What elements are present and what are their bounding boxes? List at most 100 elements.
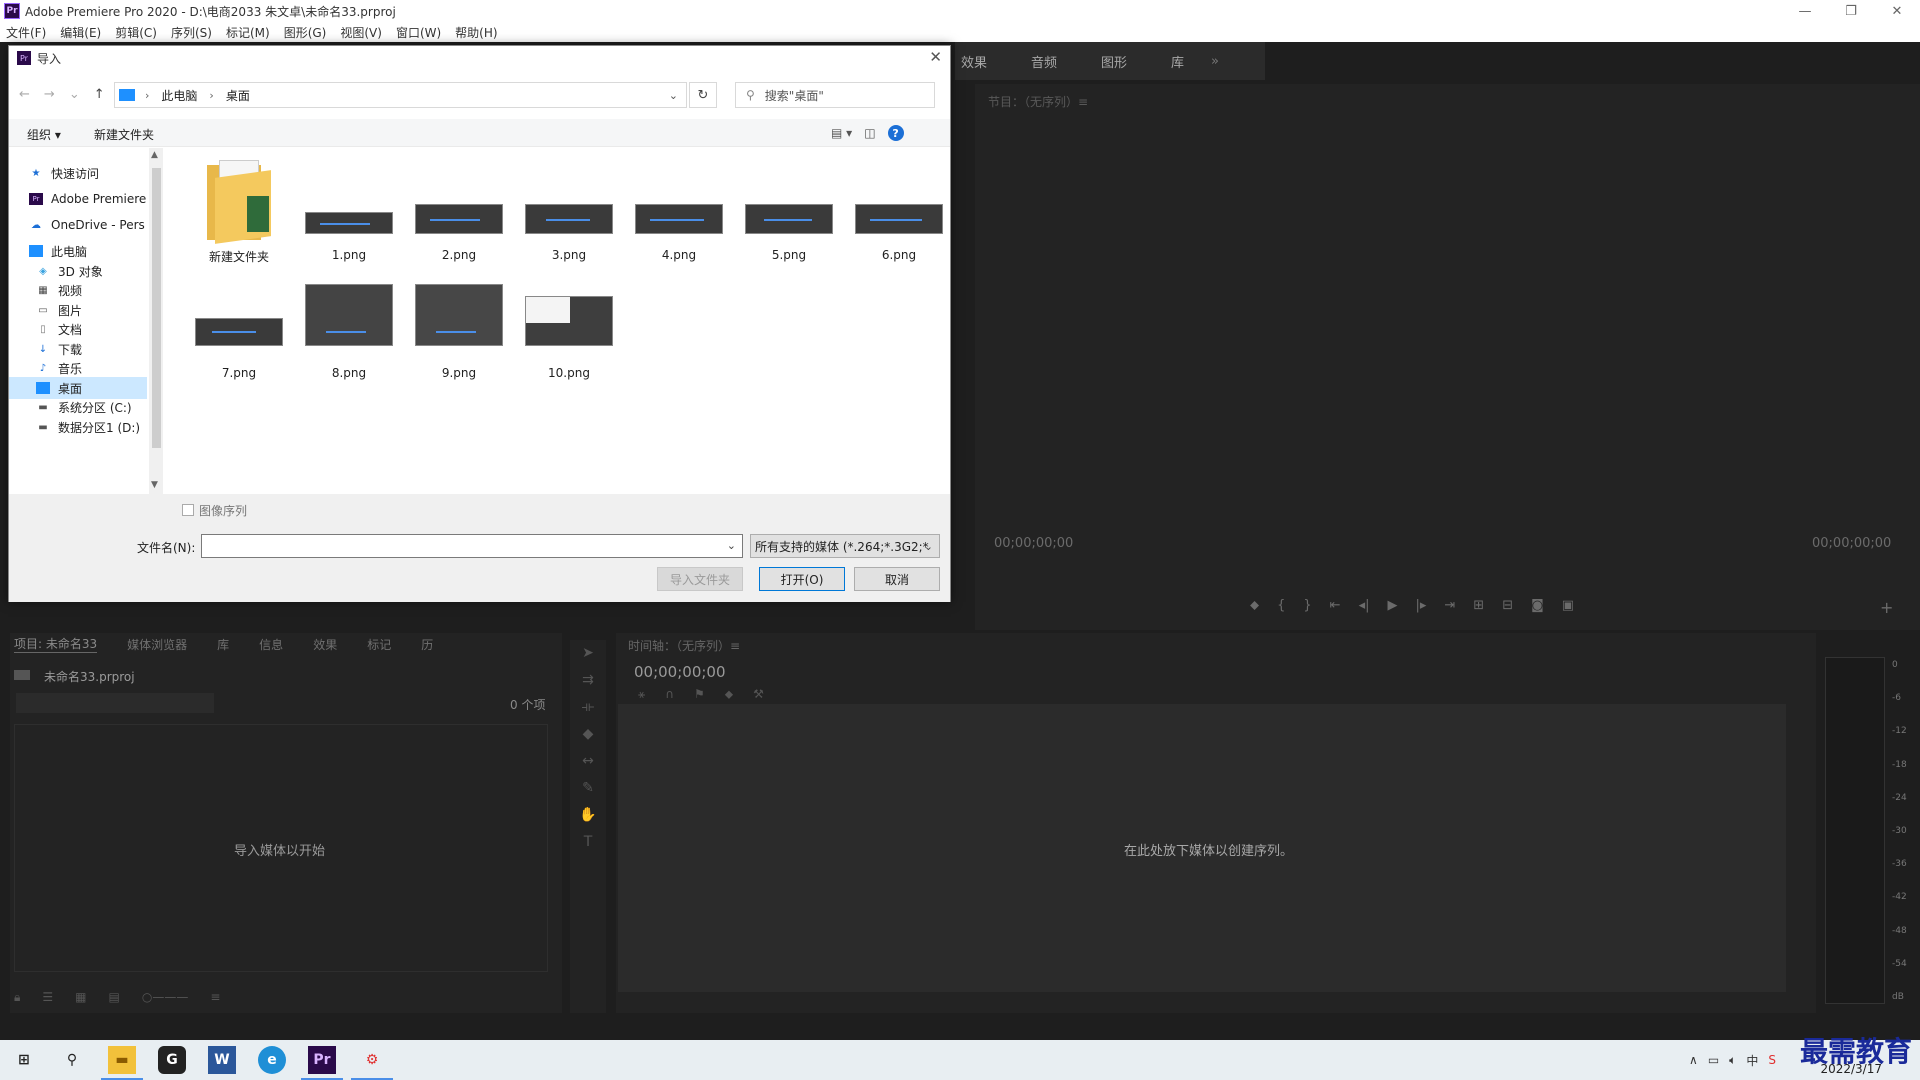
menu-sequence[interactable]: 序列(S) bbox=[171, 24, 212, 41]
organize-button[interactable]: 组织 ▾ bbox=[27, 126, 61, 143]
ime-icon[interactable]: 中 bbox=[1746, 1052, 1758, 1069]
chevron-right-icon[interactable]: › bbox=[145, 89, 149, 102]
restore-icon[interactable]: ❐ bbox=[1828, 0, 1874, 22]
premiere-icon[interactable]: Pr bbox=[301, 1046, 343, 1080]
close-icon[interactable]: ✕ bbox=[929, 48, 942, 66]
file-item-8png[interactable]: 8.png bbox=[299, 278, 399, 388]
lift-icon[interactable]: ⊞ bbox=[1473, 598, 1484, 613]
marker-icon[interactable]: ⬥ bbox=[1250, 598, 1259, 613]
zoom-slider[interactable]: ○——— bbox=[142, 990, 188, 1010]
nav-item-onedrive[interactable]: ☁ OneDrive - Pers bbox=[9, 214, 147, 236]
menu-graphics[interactable]: 图形(G) bbox=[284, 24, 327, 41]
list-view-icon[interactable]: ☰ bbox=[42, 990, 53, 1010]
menu-clip[interactable]: 剪辑(C) bbox=[115, 24, 157, 41]
up-arrow-icon[interactable]: ↑ bbox=[94, 87, 105, 102]
step-back-icon[interactable]: ◂| bbox=[1359, 598, 1370, 613]
nav-item-videos[interactable]: ▦ 视频 bbox=[9, 279, 147, 301]
search-icon[interactable]: ⚲ bbox=[58, 1046, 86, 1074]
word-icon[interactable]: W bbox=[208, 1046, 236, 1074]
new-folder-button[interactable]: 新建文件夹 bbox=[94, 126, 154, 143]
nav-item-drive-d[interactable]: ▬ 数据分区1 (D:) bbox=[9, 416, 147, 438]
nav-item-adobe-premiere[interactable]: Pr Adobe Premiere bbox=[9, 188, 147, 210]
preview-pane-icon[interactable]: ◫ bbox=[864, 126, 875, 140]
timeline-timecode[interactable]: 00;00;00;00 bbox=[634, 663, 726, 681]
linked-selection-icon[interactable]: ⚑ bbox=[694, 687, 705, 702]
file-item-3png[interactable]: 3.png bbox=[519, 160, 619, 270]
add-button-icon[interactable]: + bbox=[1880, 598, 1893, 617]
track-select-tool-icon[interactable]: ⇉ bbox=[570, 667, 606, 694]
edge-icon[interactable]: e bbox=[258, 1046, 286, 1074]
tab-libraries[interactable]: 库 bbox=[1171, 52, 1184, 71]
chevron-down-icon[interactable]: ⌄ bbox=[727, 539, 736, 552]
tray-date[interactable]: 2022/3/17 bbox=[1820, 1062, 1882, 1076]
scrollbar-thumb[interactable] bbox=[152, 168, 161, 448]
chevron-up-icon[interactable]: ▲ bbox=[151, 150, 158, 160]
razor-tool-icon[interactable]: ◆ bbox=[570, 721, 606, 748]
nav-item-documents[interactable]: ▯ 文档 bbox=[9, 318, 147, 340]
nav-item-quick-access[interactable]: ★ 快速访问 bbox=[9, 162, 147, 184]
tab-markers[interactable]: 标记 bbox=[367, 636, 391, 653]
breadcrumb-desktop[interactable]: 桌面 bbox=[226, 87, 250, 104]
ripple-edit-tool-icon[interactable]: ⟛ bbox=[570, 694, 606, 721]
hand-tool-icon[interactable]: ✋ bbox=[570, 802, 606, 829]
project-search-input[interactable] bbox=[16, 693, 214, 713]
camera-icon[interactable]: ◙ bbox=[1531, 598, 1544, 613]
tab-effects-bottom[interactable]: 效果 bbox=[313, 636, 337, 653]
image-sequence-checkbox[interactable] bbox=[182, 504, 194, 516]
type-tool-icon[interactable]: T bbox=[570, 829, 606, 856]
program-timecode-current[interactable]: 00;00;00;00 bbox=[994, 536, 1073, 551]
menu-markers[interactable]: 标记(M) bbox=[226, 24, 270, 41]
breadcrumb-this-pc[interactable]: 此电脑 bbox=[161, 87, 197, 104]
filetype-select[interactable]: 所有支持的媒体 (*.264;*.3G2;* ⌄ bbox=[750, 534, 940, 558]
lock-icon[interactable]: 🔒︎ bbox=[14, 990, 20, 1010]
search-input[interactable]: ⚲ 搜索"桌面" bbox=[735, 82, 935, 108]
recent-dropdown-icon[interactable]: ⌄ bbox=[69, 87, 80, 102]
file-item-5png[interactable]: 5.png bbox=[739, 160, 839, 270]
file-item-4png[interactable]: 4.png bbox=[629, 160, 729, 270]
back-arrow-icon[interactable]: ← bbox=[19, 87, 30, 102]
go-to-in-icon[interactable]: ⇤ bbox=[1330, 598, 1341, 613]
volume-icon[interactable]: 🔈︎ bbox=[1729, 1053, 1736, 1068]
tab-graphics[interactable]: 图形 bbox=[1101, 52, 1127, 71]
chevron-right-icon[interactable]: › bbox=[209, 89, 213, 102]
chevron-down-icon[interactable]: ▼ bbox=[151, 480, 158, 490]
compare-icon[interactable]: ▣ bbox=[1562, 598, 1574, 613]
add-marker-icon[interactable]: ⬥ bbox=[725, 687, 733, 702]
nav-item-this-pc[interactable]: 此电脑 bbox=[9, 240, 147, 262]
tab-effects[interactable]: 效果 bbox=[961, 52, 987, 71]
selection-tool-icon[interactable]: ➤ bbox=[570, 640, 606, 667]
chevron-down-icon[interactable]: ⌄ bbox=[669, 89, 678, 102]
file-item-2png[interactable]: 2.png bbox=[409, 160, 509, 270]
more-tabs-icon[interactable]: » bbox=[1211, 54, 1219, 69]
menu-view[interactable]: 视图(V) bbox=[340, 24, 382, 41]
tab-libraries-bottom[interactable]: 库 bbox=[217, 636, 229, 653]
chevron-up-icon[interactable]: ∧ bbox=[1689, 1053, 1698, 1067]
import-folder-button[interactable]: 导入文件夹 bbox=[657, 567, 743, 591]
sort-icon[interactable]: ≡ bbox=[210, 990, 220, 1010]
go-to-out-icon[interactable]: ⇥ bbox=[1444, 598, 1455, 613]
filename-input[interactable]: ⌄ bbox=[201, 534, 743, 558]
open-button[interactable]: 打开(O) bbox=[759, 567, 845, 591]
step-forward-icon[interactable]: |▸ bbox=[1415, 598, 1426, 613]
mark-out-icon[interactable]: } bbox=[1303, 598, 1311, 613]
tab-audio[interactable]: 音频 bbox=[1031, 52, 1057, 71]
slip-tool-icon[interactable]: ↔ bbox=[570, 748, 606, 775]
file-item-folder[interactable]: 新建文件夹 bbox=[189, 160, 289, 270]
record-app-icon[interactable]: ⚙ bbox=[351, 1046, 393, 1080]
sogou-icon[interactable]: S bbox=[1768, 1053, 1776, 1067]
tab-info[interactable]: 信息 bbox=[259, 636, 283, 653]
mark-in-icon[interactable]: { bbox=[1277, 598, 1285, 613]
program-monitor-title[interactable]: 节目：（无序列）≡ bbox=[988, 93, 1088, 110]
pen-tool-icon[interactable]: ✎ bbox=[570, 775, 606, 802]
wrench-icon[interactable]: ⚒ bbox=[753, 687, 764, 702]
menu-edit[interactable]: 编辑(E) bbox=[60, 24, 101, 41]
nest-icon[interactable]: ⚹ bbox=[638, 687, 645, 702]
file-item-10png[interactable]: 10.png bbox=[519, 278, 619, 388]
view-mode-icon[interactable]: ▤ ▾ bbox=[831, 126, 852, 140]
close-icon[interactable]: ✕ bbox=[1874, 0, 1920, 22]
file-explorer-icon[interactable]: ▬ bbox=[101, 1046, 143, 1080]
file-item-9png[interactable]: 9.png bbox=[409, 278, 509, 388]
menu-window[interactable]: 窗口(W) bbox=[396, 24, 441, 41]
timeline-title[interactable]: 时间轴：（无序列）≡ bbox=[628, 637, 740, 654]
file-item-7png[interactable]: 7.png bbox=[189, 278, 289, 388]
